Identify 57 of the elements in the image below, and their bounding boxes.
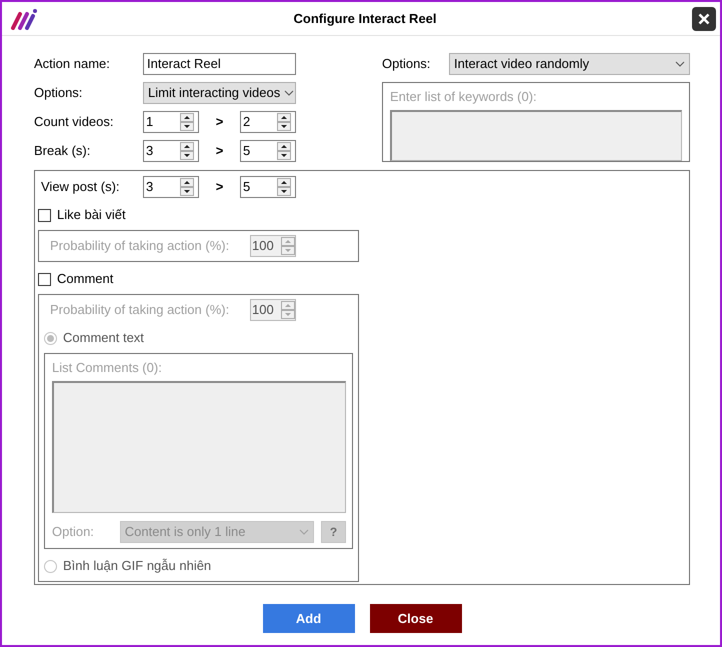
radio-label: Bình luận GIF ngẫu nhiên [63,557,212,576]
spin-box[interactable]: 1 [143,111,199,133]
separator-symbol: > [214,142,224,160]
spin-box[interactable]: 2 [240,111,296,133]
spinner-icon [281,301,295,319]
number-field[interactable]: 2 [241,112,277,132]
spin-box[interactable]: 3 [143,176,199,198]
field-label: Probability of taking action (%): [50,237,230,256]
number-field[interactable]: 5 [241,141,277,161]
separator-symbol: > [214,178,224,196]
close-icon [698,12,710,24]
number-field[interactable]: 5 [241,177,277,197]
checkbox[interactable] [38,272,51,286]
field-label: View post (s): [41,178,121,196]
spin-box[interactable]: 5 [240,176,296,198]
number-field[interactable]: 3 [144,141,180,161]
comments-textarea[interactable] [52,380,346,512]
spinner-icon [180,142,194,160]
checkbox[interactable] [38,208,51,222]
close-button[interactable]: Close [370,604,462,633]
spin-box[interactable]: 5 [240,140,296,162]
chevron-icon [675,61,685,67]
separator-symbol: > [214,113,224,132]
spinner-icon [277,113,291,131]
spinner-icon [277,178,291,196]
field-label: Options: [382,55,432,74]
spin-box[interactable]: 100 [250,235,296,257]
number-field[interactable]: 1 [144,112,180,132]
spinner-icon [180,178,194,196]
app-logo-icon [10,8,38,30]
spin-box[interactable]: 3 [143,140,199,162]
radio-button[interactable] [44,560,57,572]
window-title: Configure Interact Reel [292,10,438,28]
field-label: List Comments (0): [52,360,162,375]
dropdown[interactable]: Interact video randomly [449,53,690,75]
dropdown[interactable]: Limit interacting videos [143,82,296,104]
spinner-icon [180,113,194,131]
field-label: Count videos: [34,113,114,132]
field-label: Action name: [34,55,111,74]
spinner-icon [277,142,291,160]
add-button[interactable]: Add [262,604,354,633]
field-label: Options: [34,84,84,102]
checkbox-label: Like bài viết [57,206,126,224]
field-label: Enter list of keywords (0): [390,88,538,106]
number-field[interactable]: 3 [144,177,180,197]
field-label: Option: [52,522,95,541]
spinner-icon [281,237,295,255]
radio-button[interactable] [44,332,57,344]
close-button[interactable] [692,6,716,30]
chevron-icon [284,90,294,96]
field-label: Break (s): [34,142,92,160]
radio-label: Comment text [63,329,144,348]
chevron-icon [299,528,310,534]
field-label: Probability of taking action (%): [50,301,230,320]
checkbox-label: Comment [57,270,114,288]
text-field[interactable]: Interact Reel [144,54,295,74]
spin-box[interactable]: 100 [250,299,296,321]
